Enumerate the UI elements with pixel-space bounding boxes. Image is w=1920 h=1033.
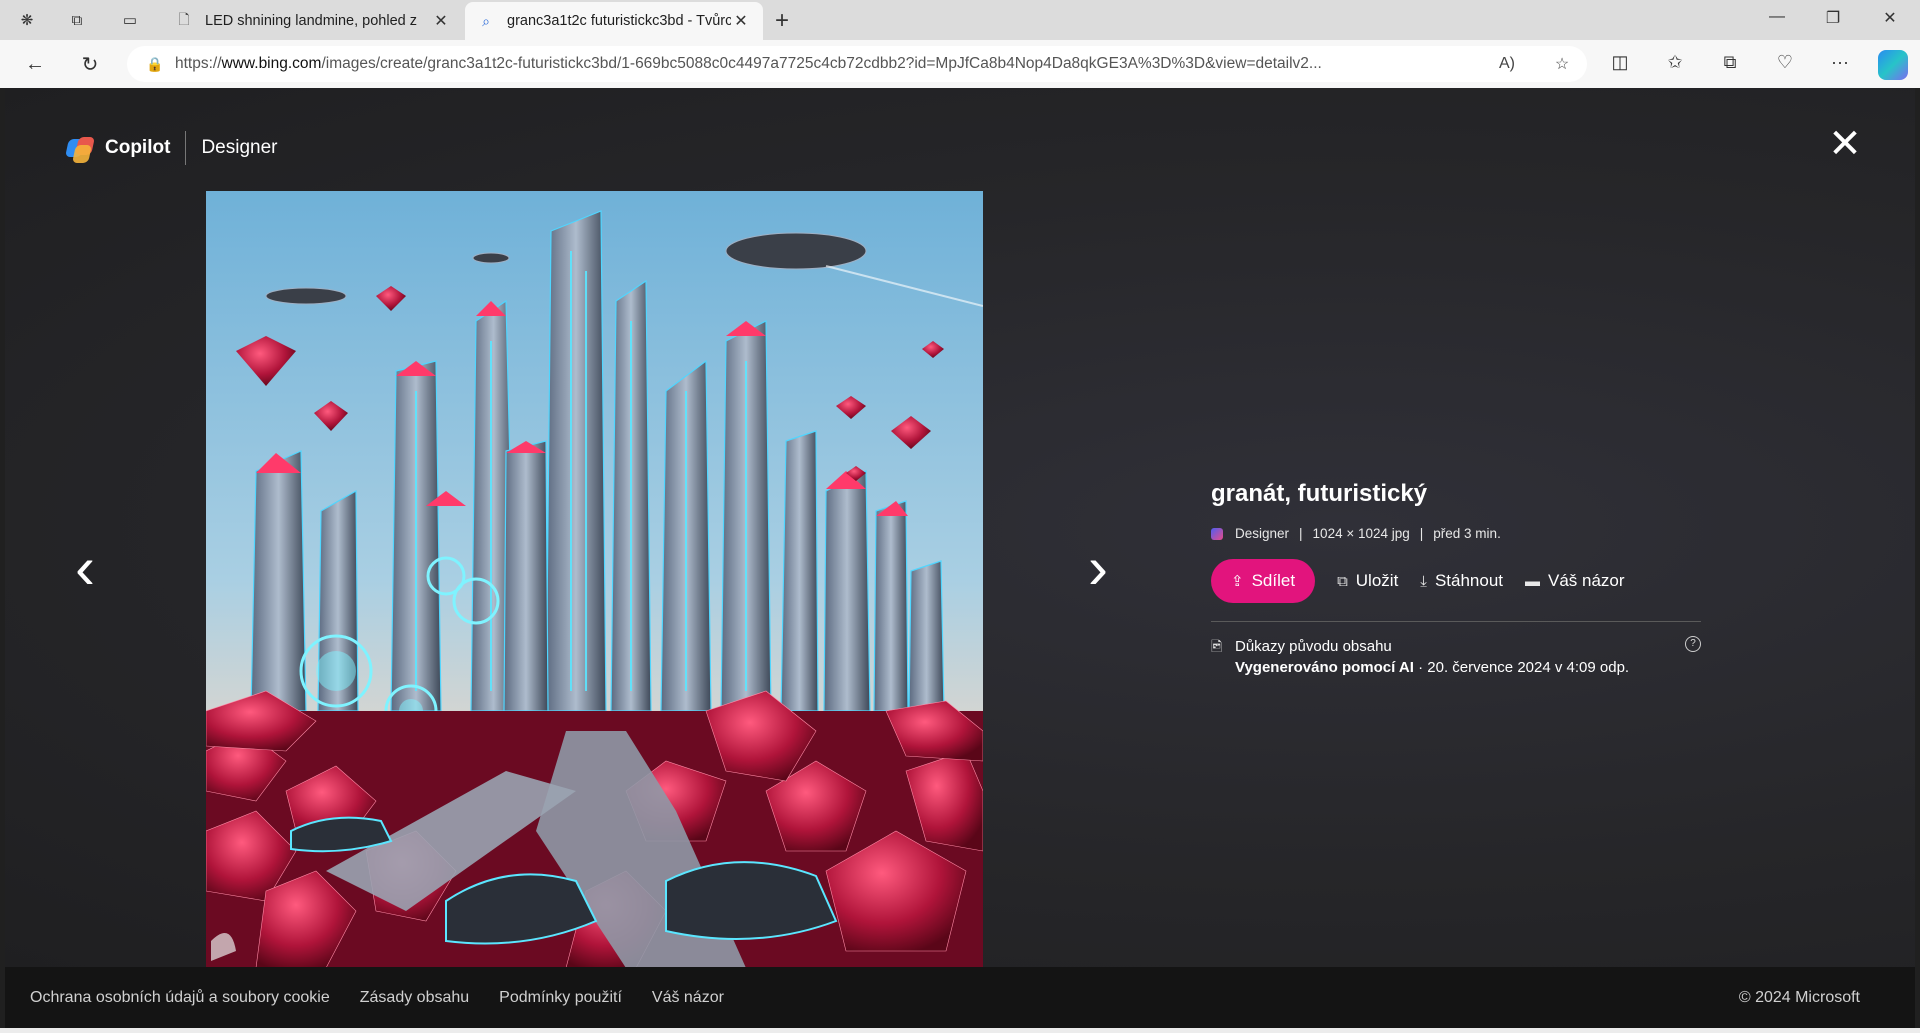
minimize-button[interactable]: — [1757, 8, 1797, 26]
save-button[interactable]: ⧉ Uložit [1337, 571, 1398, 591]
copyright: © 2024 Microsoft [1738, 988, 1860, 1006]
next-image-button[interactable]: › [1078, 538, 1118, 598]
meta-separator: | [1299, 526, 1303, 541]
content-credentials: 🖻 Důkazy původu obsahu Vygenerováno pomo… [1211, 636, 1711, 678]
generated-image[interactable] [206, 191, 983, 968]
refresh-button[interactable]: ↻ [75, 50, 105, 78]
page-icon: 🗋 [178, 11, 190, 27]
page-footer: Ochrana osobních údajů a soubory cookie … [5, 967, 1915, 1028]
more-menu-icon[interactable]: ··· [1825, 52, 1855, 78]
new-tab-button[interactable]: + [775, 7, 789, 35]
age-label: před 3 min. [1433, 526, 1501, 541]
image-viewer: Copilot Designer ✕ ‹ › granát, futuristi… [5, 88, 1915, 968]
content-credentials-icon: 🖻 [1211, 638, 1223, 654]
read-aloud-icon[interactable]: A) [1477, 55, 1537, 73]
provenance-date: · 20. července 2024 v 4:09 odp. [1413, 659, 1630, 676]
provenance-generated: Vygenerováno pomocí AI [1235, 659, 1414, 676]
tab-led-landmine[interactable]: 🗋 LED shnining landmine, pohled z ✕ [163, 2, 463, 40]
footer-link-feedback[interactable]: Váš názor [652, 989, 724, 1007]
provenance-title: Důkazy původu obsahu [1235, 638, 1392, 655]
browser-essentials-icon[interactable]: ♡ [1770, 52, 1800, 78]
previous-image-button[interactable]: ‹ [65, 538, 105, 598]
footer-link-terms[interactable]: Podmínky použití [499, 989, 622, 1007]
download-button[interactable]: ⤓ Stáhnout [1420, 571, 1503, 591]
share-button[interactable]: ⇪ Sdílet [1211, 559, 1316, 603]
copilot-sidebar-icon[interactable] [1878, 50, 1908, 80]
horizontal-scrollbar[interactable] [0, 1028, 1920, 1033]
brand-divider [185, 131, 187, 165]
footer-link-content-policy[interactable]: Zásady obsahu [360, 989, 469, 1007]
split-screen-icon[interactable]: ◫ [1605, 52, 1635, 78]
product-name: Designer [201, 137, 278, 158]
meta-separator: | [1419, 526, 1424, 541]
favorites-icon[interactable]: ✩ [1660, 52, 1690, 78]
image-meta: Designer | 1024 × 1024 jpg | před 3 min. [1211, 526, 1711, 541]
designer-icon [1211, 527, 1223, 540]
browser-toolbar: ← ↻ 🔒 https://www.bing.com/images/create… [0, 40, 1920, 88]
share-icon: ⇪ [1231, 573, 1244, 590]
copilot-logo-icon [65, 135, 95, 163]
browser-tab-bar: ❋ ⧉ ▭ 🗋 LED shnining landmine, pohled z … [0, 0, 1920, 40]
save-label: Uložit [1355, 571, 1399, 590]
dimensions-label: 1024 × 1024 jpg [1312, 526, 1410, 541]
image-actions: ⇪ Sdílet ⧉ Uložit ⤓ Stáhnout ▬ Váš názor [1211, 559, 1711, 603]
close-tab-icon[interactable]: ✕ [431, 11, 451, 31]
download-label: Stáhnout [1434, 571, 1503, 590]
brand-name: Copilot [105, 137, 171, 158]
restore-button[interactable]: ❐ [1813, 8, 1853, 28]
tab-title: granc3a1t2c futuristickc3bd - Tvůrce [507, 13, 731, 29]
close-viewer-button[interactable]: ✕ [1825, 124, 1865, 164]
image-title: granát, futuristický [1211, 480, 1428, 507]
tab-designer[interactable]: ⌕ granc3a1t2c futuristickc3bd - Tvůrce ✕ [465, 2, 763, 40]
share-label: Sdílet [1251, 571, 1296, 590]
feedback-icon: ▬ [1525, 572, 1540, 590]
feedback-label: Váš názor [1548, 571, 1625, 590]
designer-brand[interactable]: Copilot Designer [65, 128, 277, 168]
info-divider [1211, 621, 1701, 622]
tab-title: LED shnining landmine, pohled z [205, 13, 417, 29]
help-icon[interactable]: ? [1685, 636, 1701, 652]
workspaces-icon[interactable]: ❋ [12, 6, 42, 34]
address-bar[interactable]: 🔒 https://www.bing.com/images/create/gra… [127, 46, 1587, 82]
tab-actions-icon[interactable]: ▭ [115, 6, 145, 34]
search-icon: ⌕ [482, 12, 490, 29]
collections-icon[interactable]: ⧉ [1715, 52, 1745, 78]
back-button[interactable]: ← [20, 50, 50, 78]
download-icon: ⤓ [1420, 572, 1427, 590]
feedback-button[interactable]: ▬ Váš názor [1525, 571, 1625, 591]
save-collection-icon: ⧉ [1337, 572, 1348, 590]
image-info-panel: granát, futuristický Designer | 1024 × 1… [1211, 480, 1711, 678]
collections-icon[interactable]: ⧉ [62, 6, 92, 34]
url-text[interactable]: https://www.bing.com/images/create/granc… [175, 55, 1477, 73]
close-tab-icon[interactable]: ✕ [731, 11, 751, 31]
futuristic-garnet-city-image [206, 191, 983, 968]
footer-link-privacy[interactable]: Ochrana osobních údajů a soubory cookie [30, 989, 330, 1007]
favorite-star-icon[interactable]: ☆ [1537, 54, 1587, 74]
page: Copilot Designer ✕ ‹ › granát, futuristi… [5, 88, 1915, 1028]
source-label: Designer [1235, 526, 1290, 541]
window-close-button[interactable]: ✕ [1870, 8, 1910, 28]
lock-icon[interactable]: 🔒 [135, 56, 175, 73]
